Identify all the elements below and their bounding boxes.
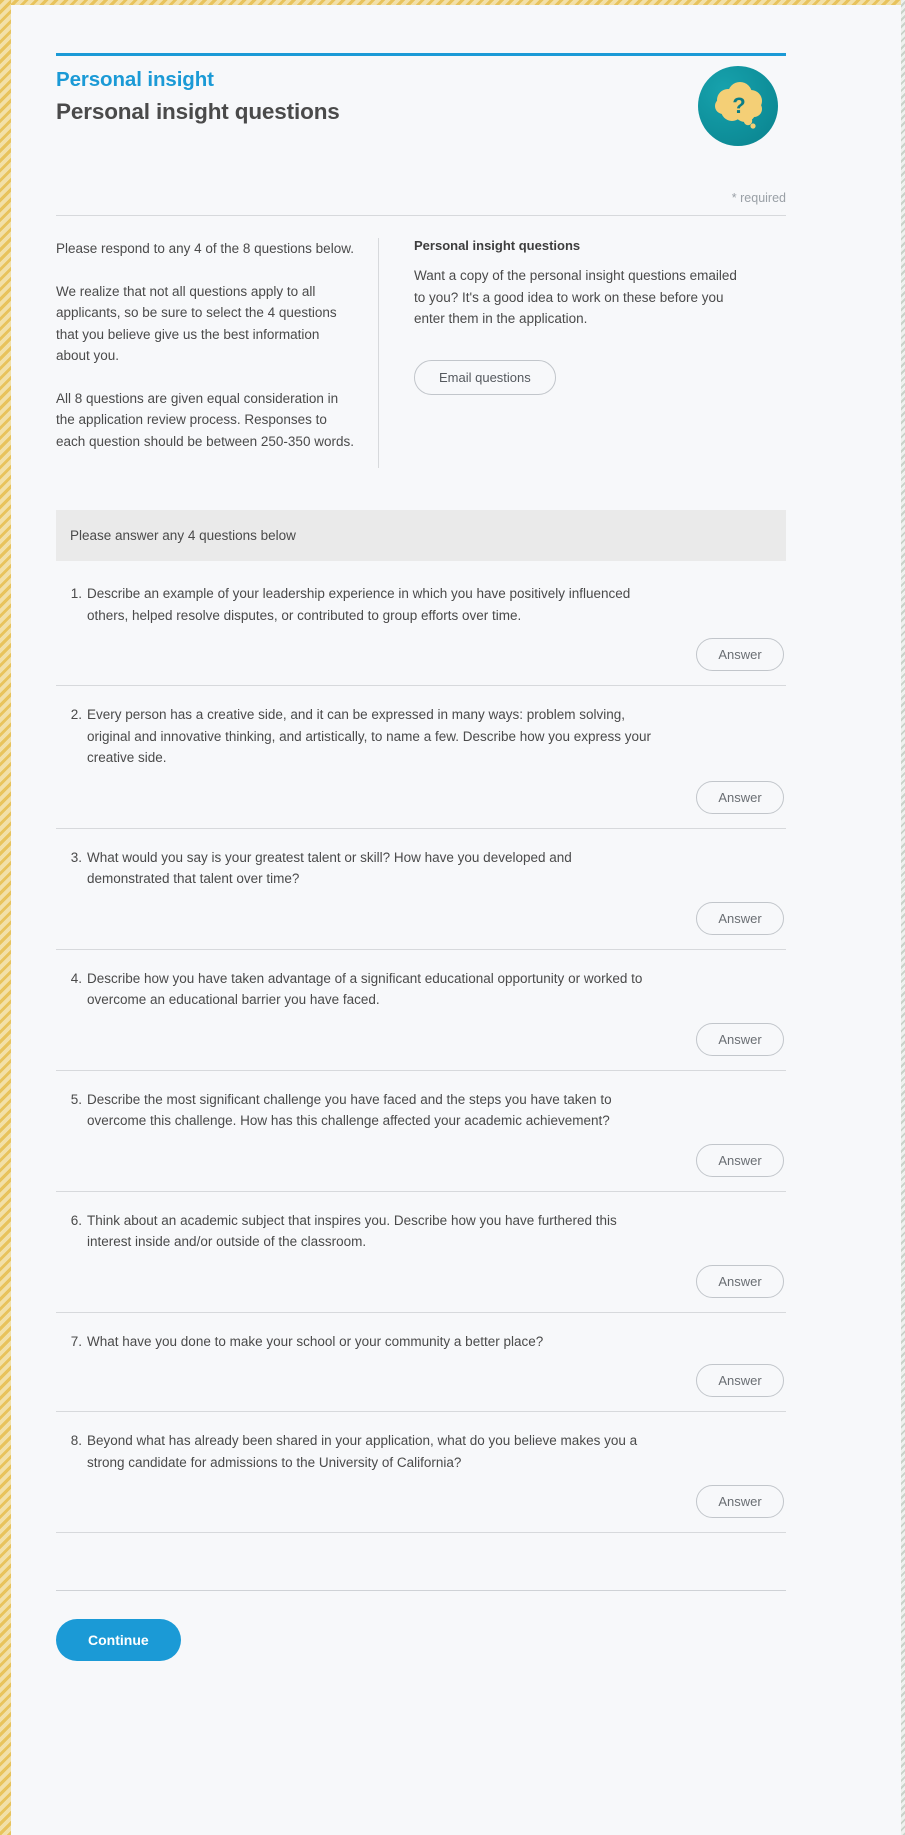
question-text: Describe the most significant challenge … — [87, 1091, 612, 1129]
answer-section-header: Please answer any 4 questions below — [56, 510, 786, 561]
question-text: What would you say is your greatest tale… — [87, 849, 572, 887]
question-item-3: 3. What would you say is your greatest t… — [56, 829, 786, 950]
question-item-5: 5. Describe the most significant challen… — [56, 1071, 786, 1192]
intro-right-column: Personal insight questions Want a copy o… — [379, 238, 744, 468]
intro-paragraph-3: All 8 questions are given equal consider… — [56, 390, 354, 449]
answer-button-3[interactable]: Answer — [696, 901, 784, 935]
page-header: Personal insight Personal insight questi… — [56, 56, 786, 146]
page-border-right — [901, 0, 905, 1835]
page-border-top — [0, 0, 905, 5]
intro-right-body: Want a copy of the personal insight ques… — [414, 268, 737, 326]
thought-bubble-question-icon: ? — [698, 66, 778, 146]
question-text: Beyond what has already been shared in y… — [87, 1433, 638, 1470]
question-text: Every person has a creative side, and it… — [87, 707, 652, 765]
footer-divider — [56, 1590, 786, 1591]
page-border-left — [0, 0, 11, 1835]
question-text: Think about an academic subject that ins… — [87, 1212, 617, 1250]
question-number: 6. — [70, 1212, 82, 1228]
question-item-4: 4. Describe how you have taken advantage… — [56, 950, 786, 1071]
answer-button-1[interactable]: Answer — [696, 638, 784, 671]
question-item-6: 6. Think about an academic subject that … — [56, 1192, 786, 1313]
svg-text:?: ? — [732, 93, 745, 118]
page-title: Personal insight questions — [56, 98, 340, 124]
intro-paragraph-2: We realize that not all questions apply … — [56, 283, 337, 364]
continue-button[interactable]: Continue — [56, 1619, 181, 1661]
page-content: Personal insight Personal insight questi… — [11, 5, 901, 1835]
header-divider — [56, 215, 786, 216]
answer-button-6[interactable]: Answer — [696, 1264, 784, 1298]
intro-paragraph-1: Please respond to any 4 of the 8 questio… — [56, 241, 354, 256]
question-number: 8. — [70, 1433, 82, 1448]
question-item-8: 8. Beyond what has already been shared i… — [56, 1412, 786, 1533]
required-note: * required — [731, 191, 786, 205]
answer-button-2[interactable]: Answer — [696, 780, 784, 814]
question-text: What have you done to make your school o… — [87, 1333, 544, 1349]
section-eyebrow: Personal insight — [56, 68, 214, 91]
intro-right-heading: Personal insight questions — [414, 238, 581, 253]
answer-button-4[interactable]: Answer — [696, 1022, 784, 1056]
question-number: 1. — [70, 586, 82, 601]
question-item-1: 1. Describe an example of your leadershi… — [56, 561, 786, 686]
email-questions-button[interactable]: Email questions — [414, 359, 556, 395]
answer-button-7[interactable]: Answer — [696, 1364, 784, 1397]
question-list: 1. Describe an example of your leadershi… — [56, 561, 786, 1533]
application-page: Personal insight Personal insight questi… — [0, 0, 905, 1835]
intro-section: Please respond to any 4 of the 8 questio… — [56, 238, 786, 468]
answer-button-8[interactable]: Answer — [696, 1485, 784, 1518]
intro-left-column: Please respond to any 4 of the 8 questio… — [56, 238, 379, 468]
question-number: 7. — [70, 1333, 82, 1349]
question-number: 2. — [70, 707, 82, 722]
question-item-7: 7. What have you done to make your schoo… — [56, 1313, 786, 1412]
question-item-2: 2. Every person has a creative side, and… — [56, 686, 786, 829]
question-number: 5. — [70, 1091, 82, 1107]
question-text: Describe how you have taken advantage of… — [87, 970, 643, 1008]
question-number: 4. — [70, 970, 82, 986]
question-number: 3. — [70, 849, 82, 865]
question-text: Describe an example of your leadership e… — [87, 586, 631, 623]
answer-button-5[interactable]: Answer — [696, 1143, 784, 1177]
